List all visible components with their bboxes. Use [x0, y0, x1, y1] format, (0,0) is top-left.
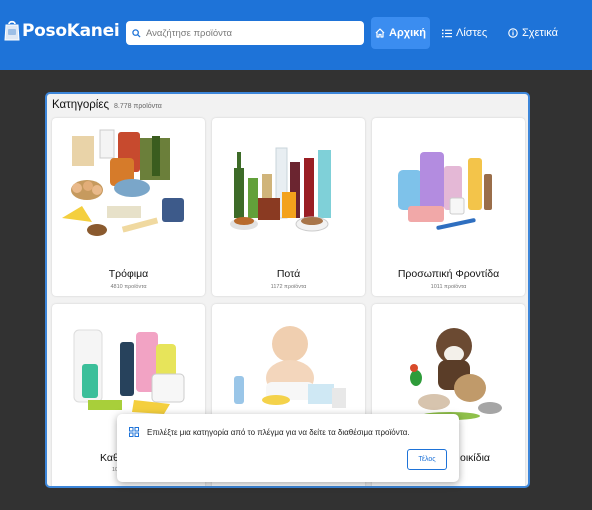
categories-count: 8.778 προϊόντα: [114, 103, 162, 110]
category-count: 1172 προϊόντα: [270, 284, 307, 290]
category-name: Τρόφιμα: [108, 268, 149, 280]
search-input[interactable]: [146, 27, 346, 39]
home-icon: [375, 28, 385, 38]
category-name: Προσωπική Φροντίδα: [397, 268, 500, 280]
category-card-food[interactable]: Τρόφιμα 4810 προϊόντα: [52, 118, 205, 296]
nav-home[interactable]: Αρχική: [371, 17, 430, 49]
logo[interactable]: PosoKanei: [4, 18, 120, 44]
tooltip-message: Επιλέξτε μια κατηγορία από το πλέγμα για…: [147, 428, 410, 437]
shopping-bag-icon: [4, 20, 20, 41]
personal-care-image: [398, 152, 492, 230]
search-bar[interactable]: [126, 21, 364, 45]
search-icon: [132, 28, 141, 38]
nav-lists[interactable]: Λίστες: [442, 17, 496, 49]
list-icon: [442, 29, 452, 37]
category-card-drinks[interactable]: Ποτά 1172 προϊόντα: [212, 118, 365, 296]
onboarding-tooltip: Επιλέξτε μια κατηγορία από το πλέγμα για…: [117, 414, 459, 482]
top-bar: PosoKanei Αρχική Λίστες Σχετικά: [0, 0, 592, 70]
nav-lists-label: Λίστες: [456, 27, 488, 39]
nav-home-label: Αρχική: [389, 27, 426, 39]
categories-header: Κατηγορίες 8.778 προϊόντα: [52, 99, 162, 111]
groceries-image: [62, 129, 184, 236]
nav-about-label: Σχετικά: [522, 27, 558, 39]
category-name: Ποτά: [276, 268, 301, 280]
info-icon: [508, 28, 518, 38]
nav-about[interactable]: Σχετικά: [508, 17, 568, 49]
category-card-personal-care[interactable]: Προσωπική Φροντίδα 1011 προϊόντα: [372, 118, 525, 296]
drinks-image: [230, 147, 331, 232]
category-count: 4810 προϊόντα: [110, 284, 147, 290]
categories-title: Κατηγορίες: [52, 99, 110, 111]
done-button[interactable]: Τέλος: [407, 449, 447, 470]
category-count: 1011 προϊόντα: [430, 284, 467, 290]
grid-icon: [129, 427, 139, 437]
brand-name: PosoKanei: [22, 21, 120, 41]
category-name: οικίδια: [460, 452, 491, 464]
